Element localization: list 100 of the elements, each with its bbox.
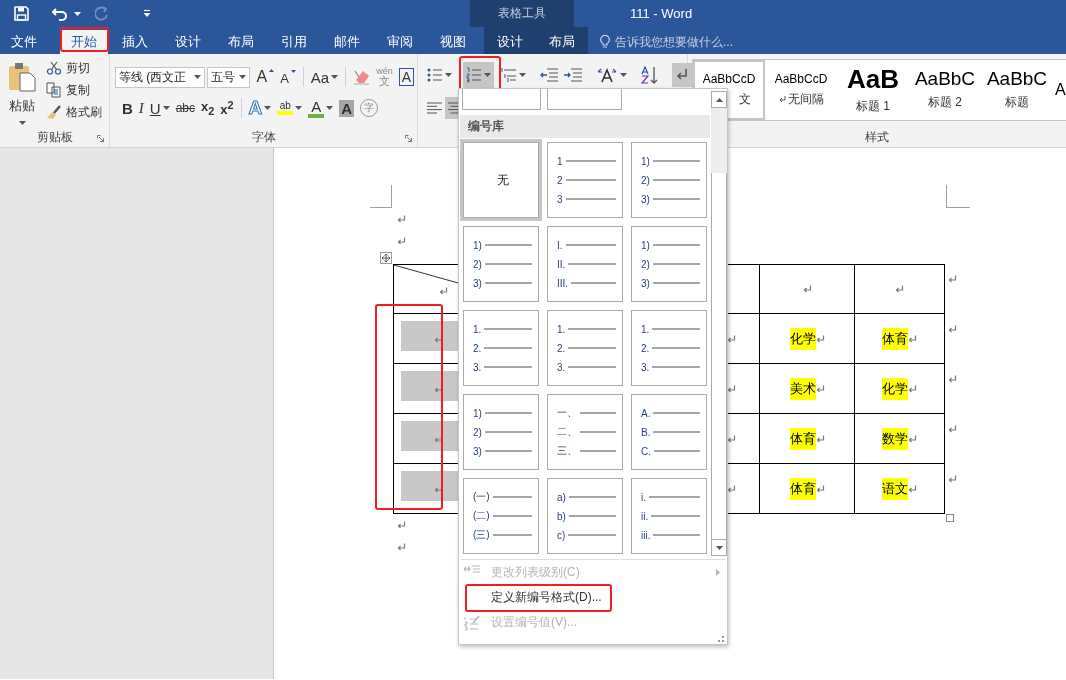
customize-icon[interactable] — [143, 9, 151, 18]
numbering-format-option[interactable]: (一) (二) (三) — [463, 478, 539, 554]
paragraph-mark-icon — [802, 285, 812, 293]
cell-text: 体育 — [882, 327, 908, 350]
numbering-format-option[interactable]: 一、 二、 三、 — [547, 394, 623, 470]
annotation-frame — [60, 27, 109, 52]
up-triangle-icon — [269, 69, 275, 72]
paragraph-mark-icon — [434, 435, 443, 443]
subscript-button[interactable]: x$_{2}$ — [198, 97, 218, 119]
ribbon-tab[interactable]: 视图 — [426, 30, 479, 54]
down-triangle-icon — [715, 545, 723, 550]
style-gallery-item[interactable]: AaBbC 标题 2 — [909, 60, 981, 120]
ribbon-tab[interactable]: 设计 — [484, 30, 536, 54]
scroll-up-button[interactable] — [711, 91, 727, 108]
dialog-launcher-icon[interactable] — [405, 135, 412, 142]
paragraph-mark-icon — [434, 385, 443, 393]
cell-text: 化学 — [882, 377, 908, 400]
cell-text: 体育 — [789, 427, 816, 450]
cell-text: 体育 — [789, 477, 816, 500]
numbering-format-option[interactable]: 1. 2. 3. — [631, 310, 707, 386]
clipboard-icon — [8, 62, 36, 92]
highlight-button[interactable]: ab — [274, 97, 306, 119]
numbering-format-option[interactable]: a) b) c) — [547, 478, 623, 554]
lightbulb-icon — [600, 35, 610, 49]
show-formatting-marks-button[interactable] — [672, 63, 692, 87]
change-case-button[interactable]: Aa — [307, 66, 342, 88]
table-move-handle[interactable] — [380, 252, 392, 264]
font-name-field[interactable]: 等线 (西文正 — [115, 66, 205, 88]
style-gallery-item[interactable]: AaBbC 标题 — [981, 60, 1053, 120]
strikethrough-button[interactable]: abc — [172, 97, 199, 119]
ribbon-tab[interactable]: 审阅 — [373, 30, 426, 54]
font-size-field[interactable]: 五号 — [206, 66, 250, 88]
caret-icon — [193, 75, 201, 79]
copy-button[interactable]: 复制 — [46, 79, 102, 101]
menu-item[interactable]: 定义新编号格式(D)... — [459, 585, 727, 610]
section-header: 编号库 — [460, 115, 711, 138]
numbering-format-option[interactable]: 1) 2) 3) — [631, 142, 707, 218]
paragraph-mark-icon — [895, 285, 904, 293]
paragraph-mark-icon — [815, 384, 825, 393]
paragraph-mark-icon — [727, 434, 736, 443]
format-painter-button[interactable]: 格式刷 — [46, 101, 102, 123]
undo-icon[interactable] — [52, 6, 68, 21]
paragraph-mark-icon — [727, 384, 736, 393]
paragraph-mark-icon — [397, 237, 406, 245]
ribbon-tab[interactable]: 邮件 — [320, 30, 373, 54]
dialog-launcher-icon[interactable] — [97, 135, 104, 142]
superscript-button[interactable]: x$^{2}$ — [217, 97, 237, 119]
numbering-format-option[interactable]: 1. 2. 3. — [463, 310, 539, 386]
numbering-format-option[interactable]: 1) 2) 3) — [631, 226, 707, 302]
ribbon-tab[interactable]: 布局 — [536, 30, 588, 54]
paragraph-mark-icon — [397, 215, 406, 223]
numbering-format-option[interactable]: 无 — [463, 142, 539, 218]
numbering-button[interactable] — [463, 62, 494, 88]
cell-text: 美术 — [789, 377, 816, 400]
paragraph-mark-icon — [948, 325, 957, 333]
scroll-down-button[interactable] — [711, 539, 727, 556]
paragraph-mark-icon — [908, 384, 917, 393]
bold-button[interactable]: B — [119, 97, 136, 119]
window-title: 111 - Word — [630, 6, 693, 21]
ribbon-tab[interactable]: 文件 — [0, 30, 48, 54]
caret-icon — [326, 106, 334, 110]
cell-text: 数学 — [882, 427, 908, 450]
ribbon-tab[interactable]: 布局 — [214, 30, 267, 54]
caret-icon — [445, 73, 452, 77]
ribbon-tab[interactable]: 设计 — [161, 30, 214, 54]
paragraph-mark-icon — [908, 334, 917, 343]
caret-icon — [484, 73, 491, 77]
numbering-format-option[interactable]: 1 2 3 — [547, 142, 623, 218]
numbering-format-option[interactable]: 1. 2. 3. — [547, 310, 623, 386]
style-gallery-item[interactable]: AaB 标题 1 — [837, 60, 909, 120]
paste-button[interactable]: 粘贴 — [5, 54, 39, 125]
paragraph-mark-icon — [397, 543, 406, 551]
shrink-font-button[interactable]: A — [277, 66, 299, 88]
style-gallery-item[interactable]: AaBbCcD 无间隔 — [765, 60, 837, 120]
numbering-format-option[interactable]: 1) 2) 3) — [463, 394, 539, 470]
save-icon[interactable] — [14, 6, 29, 21]
font-color-button[interactable]: A — [305, 97, 337, 119]
ribbon-tab[interactable]: 插入 — [108, 30, 161, 54]
caret-icon — [238, 75, 246, 79]
copy-icon — [46, 82, 62, 98]
numbered-list-icon — [466, 67, 482, 83]
group-label: 字体 — [251, 129, 276, 146]
style-gallery-item[interactable]: A — [1053, 60, 1066, 120]
increase-indent-icon — [564, 68, 582, 82]
numbering-format-option[interactable]: i. ii. iii. — [631, 478, 707, 554]
numbering-format-option[interactable]: I. II. III. — [547, 226, 623, 302]
italic-button[interactable]: I — [135, 97, 147, 119]
paragraph-mark-icon — [908, 434, 917, 443]
ribbon-tab[interactable]: 引用 — [267, 30, 320, 54]
underline-button[interactable]: U — [146, 97, 173, 119]
cut-button[interactable]: 剪切 — [46, 57, 102, 79]
numbering-format-option[interactable]: 1) 2) 3) — [463, 226, 539, 302]
numbering-format-option[interactable]: A. B. C. — [631, 394, 707, 470]
margin-corner-mark — [370, 185, 392, 208]
resize-grip-icon[interactable] — [718, 636, 724, 642]
search-field[interactable]: 告诉我您想要做什么... — [615, 33, 733, 51]
cell-text: 化学 — [789, 327, 816, 350]
table-resize-handle[interactable] — [946, 514, 954, 522]
scrollbar-thumb[interactable] — [711, 173, 727, 539]
grow-font-button[interactable]: A — [253, 66, 278, 88]
